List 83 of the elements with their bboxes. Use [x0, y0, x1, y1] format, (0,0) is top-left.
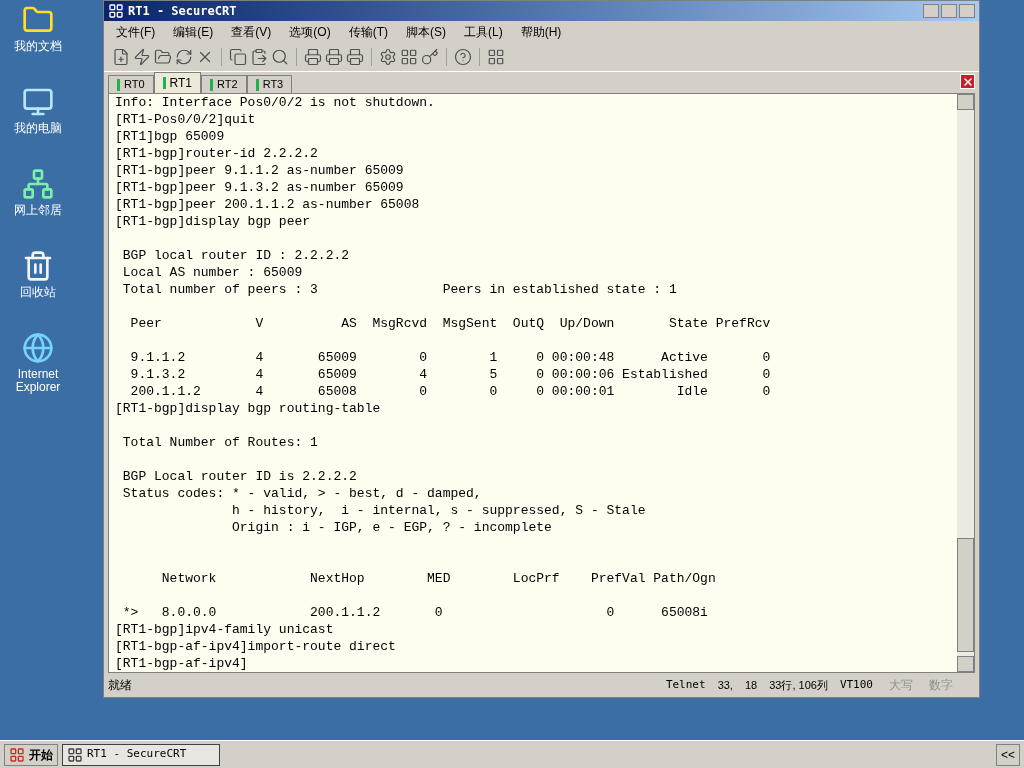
terminal-line: BGP Local router ID is 2.2.2.2	[121, 468, 357, 485]
key-indicator: 数字	[928, 677, 954, 694]
terminal-line: Total Number of Routes: 1	[121, 434, 318, 451]
key-icon[interactable]	[421, 48, 439, 66]
new-file-icon[interactable]	[112, 48, 130, 66]
menu-item[interactable]: 查看(V)	[231, 23, 272, 41]
start-button[interactable]: 开始	[4, 743, 58, 766]
menu-item[interactable]: 工具(L)	[464, 23, 503, 41]
app-icon	[67, 746, 83, 763]
emulation-label: VT100	[838, 676, 874, 693]
cursor-row-text: 33,	[716, 677, 734, 693]
terminal-line: Origin : i - IGP, e - EGP, ? - incomplete	[231, 519, 552, 536]
refresh-icon[interactable]	[175, 48, 193, 66]
desktop-icon-label[interactable]: 回收站	[20, 286, 56, 299]
terminal-line: h - history, i - internal, s - suppressed, S - Stale	[231, 502, 646, 519]
menu-item[interactable]: 脚本(S)	[406, 23, 446, 41]
menu-item[interactable]: 选项(O)	[289, 23, 331, 41]
connected-indicator-icon	[255, 78, 259, 91]
window-title: RT1 - SecureCRT	[128, 3, 237, 20]
menu-item[interactable]: 编辑(E)	[173, 23, 214, 41]
menu-item[interactable]: 帮助(H)	[520, 23, 562, 41]
session-tab[interactable]: RT0	[108, 75, 154, 93]
terminal-line: Peer V AS MsgRcvd MsgSent OutQ Up/Down State PrefRcv	[129, 315, 771, 332]
scrollbar[interactable]	[957, 94, 974, 672]
taskbar-button[interactable]: RT1 - SecureCRT	[62, 743, 220, 766]
terminal[interactable]	[109, 94, 957, 672]
terminal-line: [RT1-bgp]ipv4-family unicast	[115, 621, 334, 638]
terminal-line: 9.1.3.2 4 65009 4 5 0 00:00:06 Established 0	[129, 366, 771, 383]
terminal-size: 33行, 106列	[768, 677, 829, 693]
connected-indicator-icon	[117, 78, 120, 91]
terminal-line: 9.1.1.2 4 65009 0 1 0 00:00:48 Active 0	[129, 349, 771, 366]
printer-icon[interactable]	[325, 48, 343, 66]
search-icon[interactable]	[271, 48, 289, 66]
desktop-icon-label[interactable]: 网上邻居	[14, 204, 62, 217]
folder-icon[interactable]	[154, 48, 172, 66]
terminal-line: [RT1-bgp]peer 9.1.3.2 as-number 65009	[115, 179, 404, 196]
printer-icon[interactable]	[304, 48, 322, 66]
tray-toggle[interactable]: <<	[996, 743, 1020, 766]
desktop-icon-label[interactable]: 我的文档	[14, 40, 62, 53]
terminal-line: *> 8.0.0.0 200.1.1.2 0 0 65008i	[121, 604, 708, 621]
terminal-line: BGP local router ID : 2.2.2.2	[121, 247, 350, 264]
terminal-line: Info: Interface Pos0/0/2 is not shutdown.	[115, 94, 435, 111]
session-tab[interactable]: RT1	[153, 72, 202, 93]
terminal-line: [RT1-bgp]display bgp routing-table	[115, 400, 381, 417]
terminal-line: [RT1-bgp-af-ipv4]	[115, 655, 248, 672]
terminal-line: [RT1-bgp]router-id 2.2.2.2	[115, 145, 318, 162]
grid-icon[interactable]	[487, 48, 505, 66]
trash-icon[interactable]	[22, 250, 54, 282]
key-indicator: 大写	[888, 677, 914, 694]
desktop-icon-label[interactable]: Internet Explorer	[0, 368, 76, 394]
help-icon[interactable]	[454, 48, 472, 66]
session-tab[interactable]: RT3	[246, 75, 293, 93]
terminal-line: [RT1-bgp]peer 9.1.1.2 as-number 65009	[115, 162, 404, 179]
desktop-icon-label[interactable]: 我的电脑	[14, 122, 62, 135]
terminal-line: Status codes: * - valid, > - best, d - damped,	[121, 485, 482, 502]
terminal-line: [RT1-bgp]display bgp peer	[115, 213, 311, 230]
menu-item[interactable]: 传输(T)	[348, 23, 388, 41]
globe-icon[interactable]	[22, 332, 54, 364]
paste-icon[interactable]	[250, 48, 268, 66]
app-icon	[108, 3, 124, 19]
cursor-column: 18	[736, 676, 766, 694]
connected-indicator-icon	[210, 78, 214, 91]
computer-icon[interactable]	[22, 86, 54, 118]
status-message: 就绪	[108, 677, 133, 694]
grid-icon[interactable]	[400, 48, 418, 66]
terminal-line: Network NextHop MED LocPrf PrefVal Path/Ogn	[160, 570, 716, 587]
terminal-line: 200.1.1.2 4 65008 0 0 0 00:00:01 Idle 0	[129, 383, 771, 400]
settings-icon[interactable]	[379, 48, 397, 66]
terminal-line: Local AS number : 65009	[121, 264, 303, 281]
connected-indicator-icon	[162, 77, 166, 89]
protocol-label: Telnet	[664, 676, 707, 693]
printer-icon[interactable]	[346, 48, 364, 66]
lightning-icon[interactable]	[133, 48, 151, 66]
copy-icon[interactable]	[229, 48, 247, 66]
session-tab[interactable]: RT2	[201, 75, 247, 93]
network-icon[interactable]	[22, 168, 54, 200]
terminal-line: [RT1-bgp]peer 200.1.1.2 as-number 65008	[115, 196, 420, 213]
terminal-line: [RT1-bgp-af-ipv4]import-route direct	[115, 638, 396, 655]
windows-logo-icon	[9, 746, 25, 763]
terminal-line: [RT1-Pos0/0/2]quit	[115, 111, 256, 128]
terminal-line: [RT1]bgp 65009	[115, 128, 225, 145]
menu-item[interactable]: 文件(F)	[116, 23, 156, 41]
terminal-line: Total number of peers : 3 Peers in established state : 1	[121, 281, 677, 298]
